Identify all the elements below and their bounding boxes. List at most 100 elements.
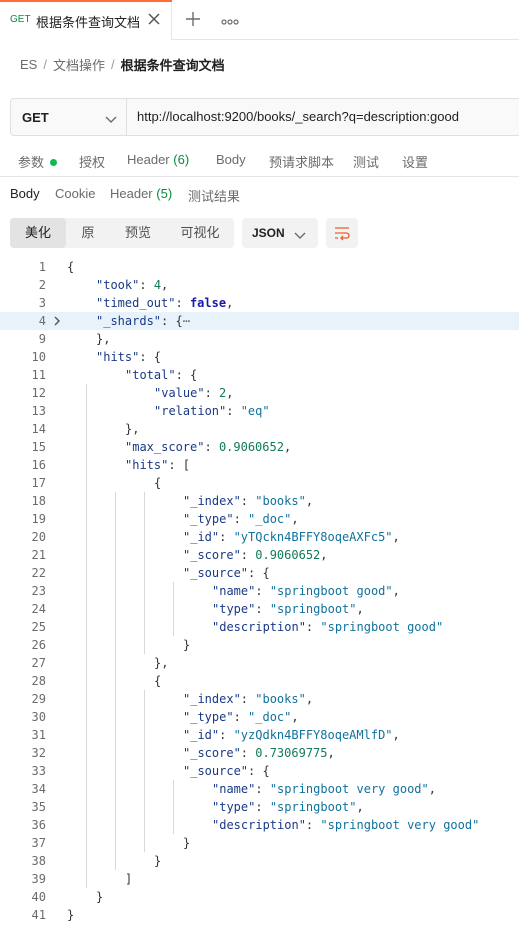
url-input[interactable]: http://localhost:9200/books/_search?q=de… (137, 109, 459, 124)
json-punct: : (219, 728, 234, 742)
code-line: 24 "type": "springboot", (0, 600, 519, 618)
code-line: 9}, (0, 330, 519, 348)
code-text: "value": 2, (154, 384, 234, 402)
view-mode-raw[interactable]: 原 (66, 218, 110, 248)
json-key: "relation" (154, 404, 227, 418)
tab-settings[interactable]: 设置 (402, 152, 428, 171)
response-tab-body[interactable]: Body (10, 186, 40, 201)
code-line: 11 "total": { (0, 366, 519, 384)
line-number: 1 (38, 260, 46, 274)
wrap-lines-button[interactable] (326, 218, 358, 248)
tab-params[interactable]: 参数 (18, 152, 58, 171)
json-punct: } (154, 854, 162, 868)
line-number: 35 (31, 800, 46, 814)
json-punct: : { (139, 350, 162, 364)
json-punct: }, (125, 422, 140, 436)
more-icon[interactable] (221, 14, 239, 25)
tab-headers[interactable]: Header (6) (127, 152, 189, 167)
response-tab-headers-label: Header (110, 186, 153, 201)
code-line: 21 "_score": 0.9060652, (0, 546, 519, 564)
json-key: "_source" (183, 764, 249, 778)
json-key: "hits" (96, 350, 140, 364)
view-mode-pretty[interactable]: 美化 (10, 218, 66, 248)
json-punct: }, (96, 332, 111, 346)
line-number: 27 (31, 656, 46, 670)
response-tab-cookie[interactable]: Cookie (55, 186, 95, 201)
code-line: 13 "relation": "eq" (0, 402, 519, 420)
breadcrumb-item-collection[interactable]: ES (20, 57, 37, 72)
code-text: { (154, 672, 161, 690)
code-line: 12 "value": 2, (0, 384, 519, 402)
line-number: 25 (31, 620, 46, 634)
code-line: 34 "name": "springboot very good", (0, 780, 519, 798)
json-punct: , (356, 800, 364, 814)
json-punct: , (356, 602, 364, 616)
view-mode-visualize[interactable]: 可视化 (166, 218, 234, 248)
plus-icon[interactable] (184, 10, 202, 28)
breadcrumb-item-folder[interactable]: 文档操作 (53, 55, 105, 74)
line-number: 9 (38, 332, 46, 346)
json-punct: : (219, 530, 234, 544)
tab-headers-count: (6) (173, 152, 190, 167)
code-text: "name": "springboot very good", (212, 780, 436, 798)
tab-auth[interactable]: 授权 (79, 152, 105, 171)
json-punct: : { (161, 314, 183, 328)
json-punct: : (204, 386, 220, 400)
json-key: "type" (212, 602, 256, 616)
chevron-right-icon[interactable] (52, 316, 62, 326)
code-text: }, (154, 654, 168, 672)
json-punct: : (305, 818, 321, 832)
tab-body[interactable]: Body (216, 152, 246, 167)
code-line: 18 "_index": "books", (0, 492, 519, 510)
tab-tests[interactable]: 测试 (353, 152, 379, 171)
code-line: 27}, (0, 654, 519, 672)
tab-bar: GET 根据条件查询文档 (0, 0, 519, 40)
format-select[interactable]: JSON (242, 218, 318, 248)
code-text: "_index": "books", (183, 492, 313, 510)
json-key: "_source" (183, 566, 249, 580)
status-dot (50, 159, 58, 166)
tab-pre-request-script[interactable]: 预请求脚本 (269, 152, 334, 171)
request-tabs: 参数 授权 Header (6) Body 预请求脚本 测试 设置 (0, 150, 519, 172)
code-line: 35 "type": "springboot", (0, 798, 519, 816)
json-punct: : (255, 800, 270, 814)
json-punct: : (240, 494, 256, 508)
code-line: 36 "description": "springboot very good" (0, 816, 519, 834)
code-text: } (183, 636, 190, 654)
line-number: 37 (31, 836, 46, 850)
code-text: "type": "springboot", (212, 798, 364, 816)
tab-method-label: GET (10, 14, 31, 25)
json-string: "springboot very good" (269, 782, 429, 796)
collapsed-ellipsis[interactable]: ⋯ (183, 314, 190, 328)
json-string: "books" (255, 692, 306, 706)
code-line: 4 "_shards": {⋯ (0, 312, 519, 330)
response-body-viewer[interactable]: 1{2 "took": 4, 3 "timed_out": false, 4 "_shar… (0, 258, 519, 926)
method-select[interactable]: GET (11, 99, 127, 135)
json-punct: : (233, 710, 249, 724)
json-punct: , (428, 782, 436, 796)
json-key: "took" (96, 278, 140, 292)
json-punct: , (291, 512, 299, 526)
line-number: 23 (31, 584, 46, 598)
view-mode-preview[interactable]: 预览 (110, 218, 166, 248)
line-number: 30 (31, 710, 46, 724)
close-icon[interactable] (146, 11, 162, 27)
json-key: "_score" (183, 746, 241, 760)
active-tab-indicator (0, 0, 172, 2)
breadcrumb-item-request[interactable]: 根据条件查询文档 (121, 55, 225, 74)
tab-headers-label: Header (127, 152, 170, 167)
breadcrumb: ES / 文档操作 / 根据条件查询文档 (20, 55, 225, 73)
response-tab-headers[interactable]: Header (5) (110, 186, 172, 201)
json-string: "springboot good" (269, 584, 393, 598)
json-string: "springboot good" (320, 620, 444, 634)
request-tab[interactable]: GET 根据条件查询文档 (0, 0, 172, 40)
json-punct: }, (154, 656, 169, 670)
json-key: "description" (212, 620, 306, 634)
response-tab-test-results[interactable]: 测试结果 (188, 186, 240, 205)
code-line: 31 "_id": "yzQdkn4BFFY8oqeAMlfD", (0, 726, 519, 744)
json-number: 0.73069775 (255, 746, 328, 760)
code-text: "hits": [ (125, 456, 190, 474)
code-line: 28 { (0, 672, 519, 690)
json-key: "_id" (183, 530, 220, 544)
json-key: "name" (212, 782, 256, 796)
